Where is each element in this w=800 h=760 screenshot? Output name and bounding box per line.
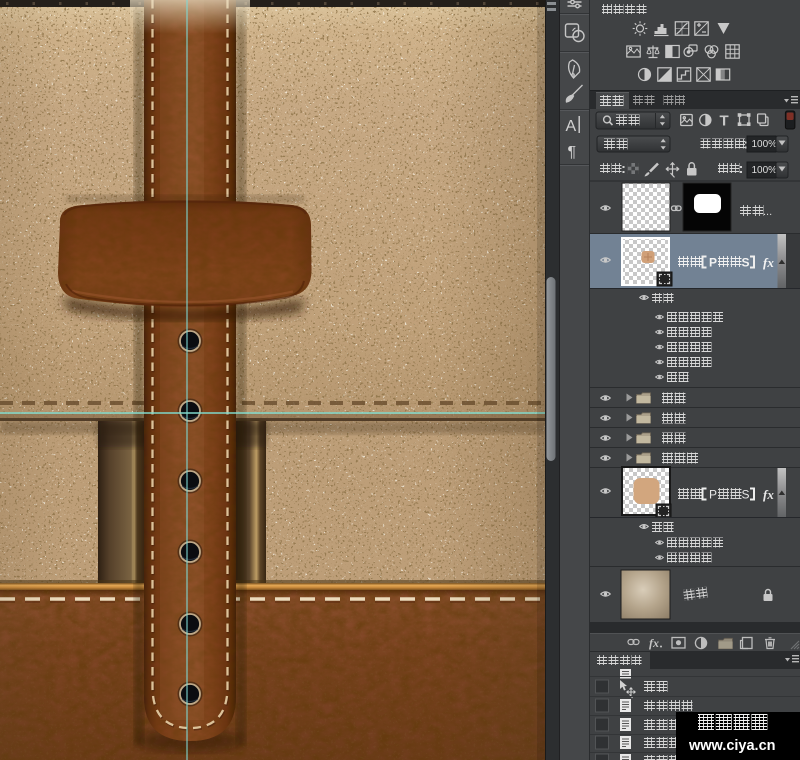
svg-text:...: ... [763,206,772,218]
svg-text:S: S [742,488,750,502]
svg-text:100%: 100% [752,165,778,176]
svg-text:A: A [566,118,577,135]
svg-text:fx: fx [763,487,774,502]
svg-text:¶: ¶ [568,144,577,161]
svg-text:P: P [709,256,717,270]
svg-text:S: S [742,256,750,270]
svg-text:T: T [720,113,729,130]
svg-text:fx: fx [763,255,774,270]
svg-text:P: P [709,488,717,502]
svg-text:fx: fx [649,636,659,650]
svg-text:www.ciya.cn: www.ciya.cn [688,738,776,754]
svg-text:100%: 100% [752,139,778,150]
